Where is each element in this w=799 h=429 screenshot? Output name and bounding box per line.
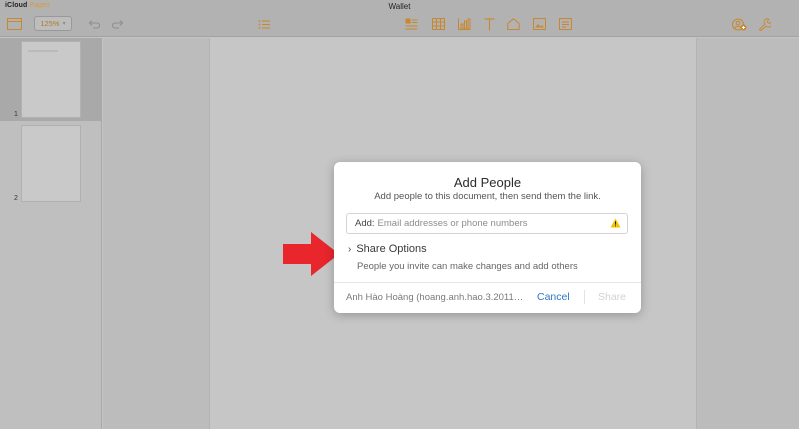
cancel-button[interactable]: Cancel (537, 291, 570, 303)
document-title: Wallet (388, 2, 411, 11)
red-arrow-annotation (283, 232, 339, 276)
add-person-icon (731, 18, 746, 30)
list-button[interactable] (255, 16, 273, 32)
share-options-toggle[interactable]: › Share Options (348, 243, 427, 255)
redo-icon (111, 19, 123, 29)
share-button[interactable]: Share (598, 291, 626, 303)
text-layout-icon (405, 18, 417, 30)
add-people-field[interactable]: Add: (346, 213, 628, 234)
page-thumbnails-sidebar: 1 2 (0, 38, 102, 429)
chart-icon (457, 18, 470, 30)
zoom-dropdown[interactable]: 125% ▾ (34, 16, 72, 31)
sidebar-view-icon (6, 18, 22, 30)
text-t-icon (484, 17, 494, 30)
dialog-title: Add People (453, 175, 522, 190)
button-divider (584, 290, 585, 304)
share-options-description: People you invite can make changes and a… (357, 261, 578, 272)
tools-button[interactable] (755, 16, 773, 32)
page-thumbnail-2[interactable]: 2 (0, 122, 102, 205)
divider (334, 282, 641, 283)
table-icon (431, 18, 445, 30)
page-preview (21, 41, 81, 118)
redo-button[interactable] (109, 16, 127, 32)
email-phone-input[interactable] (377, 218, 598, 229)
comment-button[interactable] (556, 16, 574, 32)
dialog-subtitle: Add people to this document, then send t… (374, 191, 601, 202)
add-people-dialog: Add People Add people to this document, … (334, 162, 641, 313)
toolbar: iCloud Pages Wallet 125% ▾ (0, 0, 799, 37)
media-button[interactable] (530, 16, 548, 32)
bulleted-list-icon (258, 19, 270, 29)
wrench-icon (758, 17, 771, 31)
comment-icon (558, 18, 572, 30)
share-options-label: Share Options (356, 243, 427, 255)
owner-name: Anh Hào Hoàng (hoang.anh.hao.3.2011@... (346, 292, 526, 303)
shape-icon (506, 18, 520, 30)
add-label: Add: (355, 218, 375, 229)
collaborate-button[interactable] (729, 16, 749, 32)
image-icon (532, 18, 546, 30)
page-number: 1 (14, 111, 18, 118)
chevron-down-icon: ▾ (62, 21, 66, 27)
shape-button[interactable] (504, 16, 522, 32)
chevron-right-icon: › (348, 243, 352, 255)
undo-button[interactable] (84, 16, 102, 32)
chart-button[interactable] (455, 16, 473, 32)
zoom-value: 125% (40, 19, 60, 28)
text-button[interactable] (480, 16, 498, 32)
warning-icon (610, 218, 621, 228)
page-preview (21, 125, 81, 202)
page-thumbnail-1[interactable]: 1 (0, 38, 102, 121)
page-number: 2 (14, 195, 18, 202)
table-button[interactable] (429, 16, 447, 32)
text-box-button[interactable] (402, 16, 420, 32)
view-button[interactable] (4, 16, 24, 32)
undo-icon (88, 19, 100, 29)
